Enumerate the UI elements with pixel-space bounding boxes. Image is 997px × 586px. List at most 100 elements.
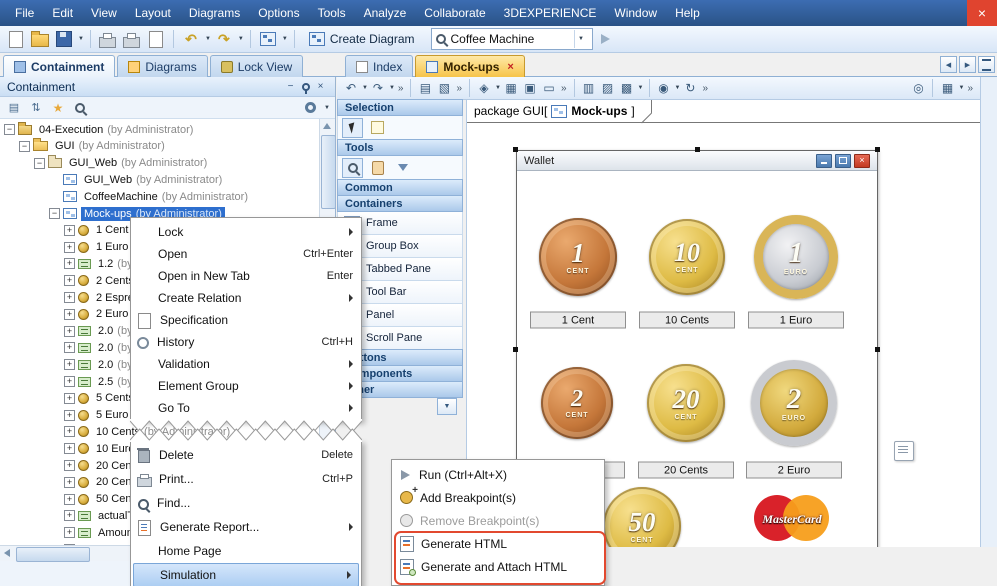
text-icon[interactable]: ▭ bbox=[540, 79, 558, 97]
overflow-chevron-icon[interactable]: » bbox=[559, 83, 569, 94]
clipboard-icon[interactable]: ▩ bbox=[618, 79, 636, 97]
search-icon[interactable]: ◎ bbox=[909, 79, 927, 97]
panel-minimize-button[interactable]: − bbox=[283, 80, 298, 94]
selection-handle[interactable] bbox=[513, 147, 518, 152]
sticky-tool-button[interactable] bbox=[367, 118, 388, 138]
table-icon[interactable]: ▦ bbox=[938, 79, 956, 97]
structure-icon[interactable]: ▧ bbox=[435, 79, 453, 97]
context-menu-item-history[interactable]: HistoryCtrl+H bbox=[131, 331, 361, 353]
find-button[interactable] bbox=[71, 99, 89, 117]
tab-scroll-right-button[interactable]: ▶ bbox=[959, 56, 976, 73]
wallet-minimize-button[interactable] bbox=[816, 154, 832, 168]
menu-options[interactable]: Options bbox=[249, 0, 308, 26]
dropdown-caret-icon[interactable]: ▼ bbox=[362, 85, 368, 91]
context-menu-item-validation[interactable]: Validation bbox=[131, 353, 361, 375]
coin-10-cents[interactable]: 10CENT bbox=[649, 219, 725, 295]
mastercard-logo[interactable]: MasterCard bbox=[752, 489, 832, 547]
page-setup-button[interactable] bbox=[145, 28, 167, 50]
expand-plus-icon[interactable]: + bbox=[64, 426, 75, 437]
palette-section-common[interactable]: Common bbox=[337, 179, 463, 196]
overflow-chevron-icon[interactable]: » bbox=[396, 83, 406, 94]
updown-button[interactable]: ⇅ bbox=[27, 99, 45, 117]
expand-plus-icon[interactable]: + bbox=[64, 477, 75, 488]
coin-label-20-cents[interactable]: 20 Cents bbox=[638, 462, 734, 479]
cursor-tool-button[interactable] bbox=[342, 118, 363, 138]
zoom-tool-button[interactable] bbox=[342, 158, 363, 178]
overflow-chevron-icon[interactable]: » bbox=[454, 83, 464, 94]
expand-plus-icon[interactable]: + bbox=[64, 410, 75, 421]
redo-caret-icon[interactable]: ▼ bbox=[238, 36, 244, 42]
selection-handle[interactable] bbox=[875, 347, 880, 352]
favorites-button[interactable]: ★ bbox=[49, 99, 67, 117]
context-menu-item-specification[interactable]: Specification bbox=[131, 309, 361, 331]
overflow-chevron-icon[interactable]: » bbox=[965, 83, 975, 94]
context-menu-item-find[interactable]: Find... bbox=[131, 491, 361, 515]
coin-50-cent[interactable]: 50CENT bbox=[603, 487, 681, 547]
expand-plus-icon[interactable]: + bbox=[64, 342, 75, 353]
expand-minus-icon[interactable]: − bbox=[4, 124, 15, 135]
tree-item-gui-web[interactable]: −GUI_Web(by Administrator) bbox=[0, 155, 319, 172]
scroll-thumb[interactable] bbox=[321, 135, 336, 209]
tree-item-gui-web[interactable]: GUI_Web(by Administrator) bbox=[0, 171, 319, 188]
coin-label-1-euro[interactable]: 1 Euro bbox=[748, 312, 844, 329]
dropdown-caret-icon[interactable]: ▼ bbox=[675, 85, 681, 91]
doc-tab-index[interactable]: Index bbox=[345, 55, 413, 77]
dropdown-caret-icon[interactable]: ▼ bbox=[495, 85, 501, 91]
coin-label-2-euro[interactable]: 2 Euro bbox=[746, 462, 842, 479]
panel-pin-button[interactable] bbox=[298, 80, 313, 94]
submenu-item-generate-and-attach-html[interactable]: Generate and Attach HTML bbox=[392, 555, 604, 578]
undo-button[interactable]: ↶ bbox=[180, 28, 202, 50]
dropdown-caret-icon[interactable]: ▼ bbox=[638, 85, 644, 91]
dropdown-caret-icon[interactable]: ▼ bbox=[389, 85, 395, 91]
tab-containment[interactable]: Containment bbox=[3, 55, 115, 77]
collapse-button[interactable]: ▤ bbox=[5, 99, 23, 117]
expand-plus-icon[interactable]: + bbox=[64, 275, 75, 286]
copy-icon[interactable]: ▥ bbox=[580, 79, 598, 97]
expand-plus-icon[interactable]: + bbox=[64, 359, 75, 370]
coin-1-cent[interactable]: 1CENT bbox=[539, 218, 617, 296]
expand-plus-icon[interactable]: + bbox=[64, 292, 75, 303]
expand-plus-icon[interactable]: + bbox=[64, 393, 75, 404]
image-icon[interactable]: ▣ bbox=[521, 79, 539, 97]
expand-plus-icon[interactable]: + bbox=[64, 443, 75, 454]
tab-list-button[interactable] bbox=[978, 56, 995, 73]
menu-tools[interactable]: Tools bbox=[309, 0, 355, 26]
hourglass-tool-button[interactable] bbox=[392, 158, 413, 178]
expand-plus-icon[interactable]: + bbox=[64, 225, 75, 236]
menu-analyze[interactable]: Analyze bbox=[355, 0, 416, 26]
grid-icon[interactable]: ▦ bbox=[502, 79, 520, 97]
note-button[interactable] bbox=[894, 441, 914, 461]
coin-1-euro[interactable]: 1EURO bbox=[754, 215, 838, 299]
tab-scroll-left-button[interactable]: ◀ bbox=[940, 56, 957, 73]
context-menu-item-go-to[interactable]: Go To bbox=[131, 397, 361, 419]
coin-label-10-cents[interactable]: 10 Cents bbox=[639, 312, 735, 329]
tree-item-gui[interactable]: −GUI(by Administrator) bbox=[0, 138, 319, 155]
submenu-item-remove-breakpoint-s[interactable]: Remove Breakpoint(s) bbox=[392, 509, 604, 532]
wallet-maximize-button[interactable] bbox=[835, 154, 851, 168]
back-icon[interactable]: ↶ bbox=[342, 79, 360, 97]
expand-plus-icon[interactable]: + bbox=[64, 242, 75, 253]
coin-label-1-cent[interactable]: 1 Cent bbox=[530, 312, 626, 329]
apply-scope-button[interactable] bbox=[595, 28, 617, 50]
menu-window[interactable]: Window bbox=[605, 0, 666, 26]
expand-plus-icon[interactable]: + bbox=[64, 494, 75, 505]
palette-more-button[interactable]: ▼ bbox=[437, 398, 457, 415]
doc-tab-mock-ups[interactable]: Mock-ups× bbox=[415, 55, 524, 77]
scroll-left-icon[interactable] bbox=[4, 549, 10, 557]
gear-icon[interactable]: ◉ bbox=[655, 79, 673, 97]
print-preview-button[interactable] bbox=[121, 28, 143, 50]
print-button[interactable] bbox=[97, 28, 119, 50]
tab-diagrams[interactable]: Diagrams bbox=[117, 55, 207, 77]
submenu-item-generate-html[interactable]: Generate HTML bbox=[392, 532, 604, 555]
expand-minus-icon[interactable]: − bbox=[34, 158, 45, 169]
context-menu-item-print[interactable]: Print...Ctrl+P bbox=[131, 467, 361, 491]
window-close-button[interactable]: × bbox=[967, 0, 997, 26]
tab-close-icon[interactable]: × bbox=[507, 61, 513, 73]
menu-view[interactable]: View bbox=[82, 0, 126, 26]
expand-minus-icon[interactable]: − bbox=[19, 141, 30, 152]
context-menu-item-generate-report[interactable]: Generate Report... bbox=[131, 515, 361, 539]
panel-options-caret-icon[interactable]: ▼ bbox=[324, 105, 330, 111]
submenu-item-add-breakpoint-s[interactable]: Add Breakpoint(s) bbox=[392, 486, 604, 509]
context-menu-item-home-page[interactable]: Home Page bbox=[131, 539, 361, 563]
expand-plus-icon[interactable]: + bbox=[64, 527, 75, 538]
